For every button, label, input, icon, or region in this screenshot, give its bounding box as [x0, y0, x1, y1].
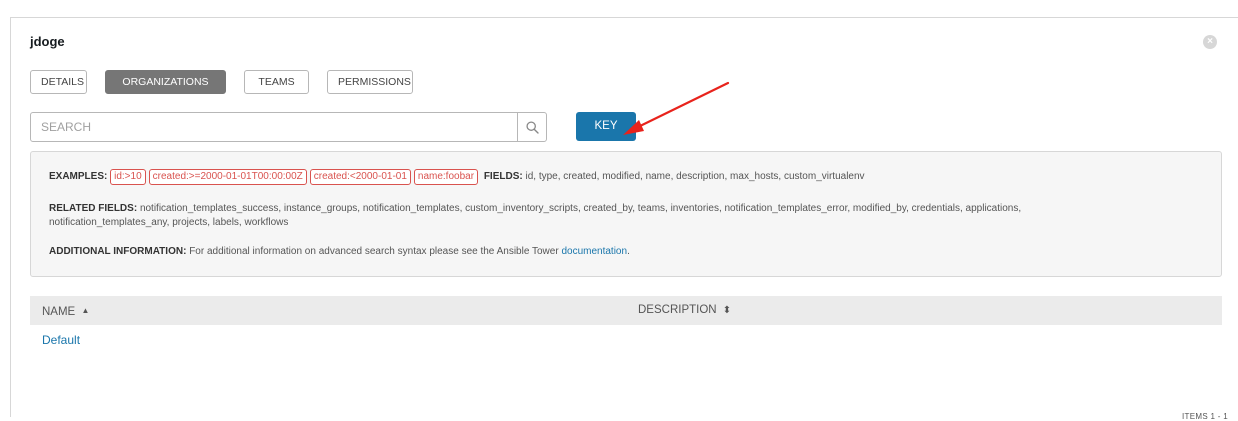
- table-header: NAME ▲ DESCRIPTION ⬍: [30, 296, 1222, 325]
- additional-info-line: ADDITIONAL INFORMATION: For additional i…: [49, 245, 1203, 258]
- search-input[interactable]: [30, 112, 518, 142]
- additional-info-suffix: .: [627, 246, 630, 257]
- example-chip[interactable]: created:>=2000-01-01T00:00:00Z: [148, 169, 307, 185]
- sort-icon: ⬍: [722, 305, 732, 316]
- examples-line: EXAMPLES: id:>10 created:>=2000-01-01T00:…: [49, 169, 1203, 185]
- example-chip[interactable]: id:>10: [110, 169, 146, 185]
- example-chip[interactable]: created:<2000-01-01: [309, 169, 411, 185]
- tab-teams[interactable]: TEAMS: [244, 70, 309, 94]
- related-fields-label: RELATED FIELDS:: [49, 203, 138, 214]
- additional-info-label: ADDITIONAL INFORMATION:: [49, 246, 187, 257]
- related-fields-list-continued: notification_templates_any, projects, la…: [49, 217, 289, 228]
- tab-permissions[interactable]: PERMISSIONS: [327, 70, 413, 94]
- user-detail-panel: jdoge × DETAILS ORGANIZATIONS TEAMS PERM…: [10, 17, 1238, 421]
- items-count: ITEMS 1 - 1: [1182, 412, 1228, 421]
- related-fields-line-2: notification_templates_any, projects, la…: [49, 216, 1203, 229]
- table-row-name-link[interactable]: Default: [42, 333, 80, 347]
- close-icon[interactable]: ×: [1203, 35, 1217, 49]
- page-title: jdoge: [30, 34, 65, 49]
- column-header-name[interactable]: NAME ▲: [42, 296, 89, 327]
- search-button[interactable]: [517, 112, 547, 142]
- example-chip[interactable]: name:foobar: [413, 169, 479, 185]
- sort-ascending-icon: ▲: [81, 306, 90, 315]
- fields-label: FIELDS:: [483, 171, 523, 182]
- examples-label: EXAMPLES:: [49, 171, 108, 182]
- search-key-panel: EXAMPLES: id:>10 created:>=2000-01-01T00:…: [30, 151, 1222, 277]
- documentation-link[interactable]: documentation: [561, 246, 627, 257]
- related-fields-list: notification_templates_success, instance…: [139, 203, 1022, 214]
- search-icon: [526, 121, 539, 134]
- tab-organizations[interactable]: ORGANIZATIONS: [105, 70, 226, 94]
- tab-details[interactable]: DETAILS: [30, 70, 87, 94]
- column-header-name-label: NAME: [42, 306, 76, 318]
- column-header-description[interactable]: DESCRIPTION ⬍: [638, 296, 731, 325]
- column-header-description-label: DESCRIPTION: [638, 304, 717, 316]
- fields-list: id, type, created, modified, name, descr…: [525, 171, 865, 182]
- related-fields-line: RELATED FIELDS: notification_templates_s…: [49, 202, 1203, 215]
- annotation-arrow-icon: [623, 81, 730, 135]
- additional-info-text: For additional information on advanced s…: [189, 246, 559, 257]
